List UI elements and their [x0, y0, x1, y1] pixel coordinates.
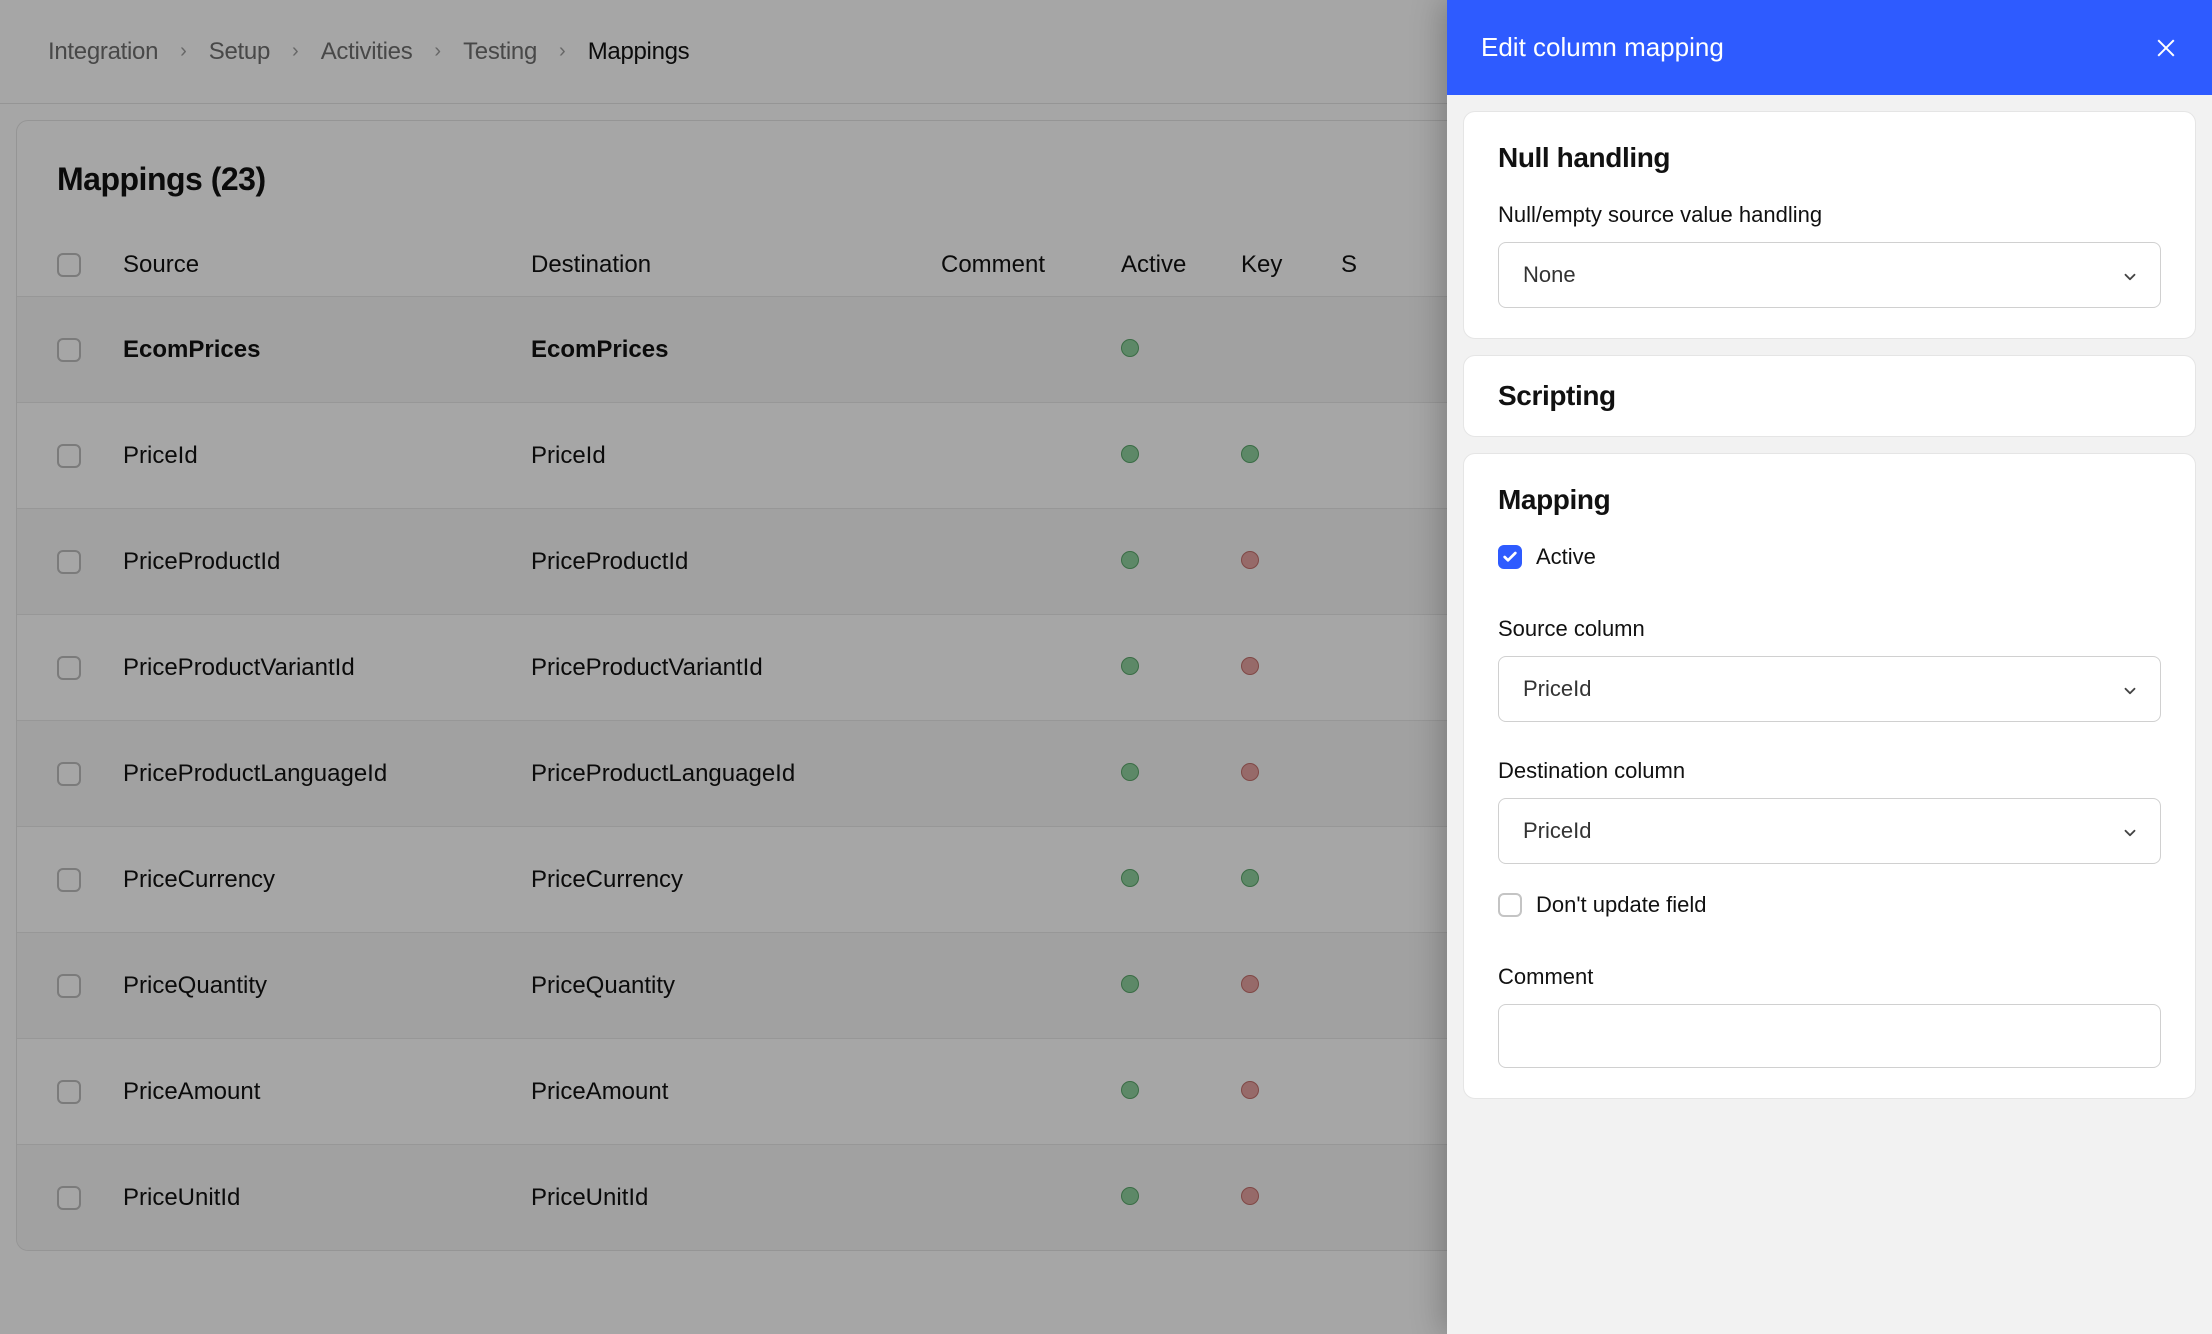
dont-update-label: Don't update field [1536, 892, 1707, 918]
null-handling-title: Null handling [1498, 142, 2161, 174]
active-checkbox-label: Active [1536, 544, 1596, 570]
null-handling-section: Null handling Null/empty source value ha… [1463, 111, 2196, 339]
destination-column-label: Destination column [1498, 758, 2161, 784]
dont-update-checkbox[interactable] [1498, 893, 1522, 917]
panel-header: Edit column mapping [1447, 0, 2212, 95]
panel-title: Edit column mapping [1481, 32, 1724, 63]
null-handling-value: None [1523, 262, 1576, 288]
comment-label: Comment [1498, 964, 2161, 990]
comment-input[interactable] [1498, 1004, 2161, 1068]
source-column-select[interactable]: PriceId [1498, 656, 2161, 722]
mapping-section: Mapping Active Source column PriceId [1463, 453, 2196, 1099]
source-column-label: Source column [1498, 616, 2161, 642]
close-icon[interactable] [2154, 36, 2178, 60]
scripting-section[interactable]: Scripting [1463, 355, 2196, 437]
destination-column-value: PriceId [1523, 818, 1591, 844]
mapping-title: Mapping [1498, 484, 2161, 516]
null-handling-select[interactable]: None [1498, 242, 2161, 308]
null-handling-label: Null/empty source value handling [1498, 202, 2161, 228]
active-checkbox[interactable] [1498, 545, 1522, 569]
edit-column-mapping-panel: Edit column mapping Null handling Null/e… [1447, 0, 2212, 1334]
source-column-value: PriceId [1523, 676, 1591, 702]
destination-column-select[interactable]: PriceId [1498, 798, 2161, 864]
scripting-title: Scripting [1498, 380, 2161, 412]
